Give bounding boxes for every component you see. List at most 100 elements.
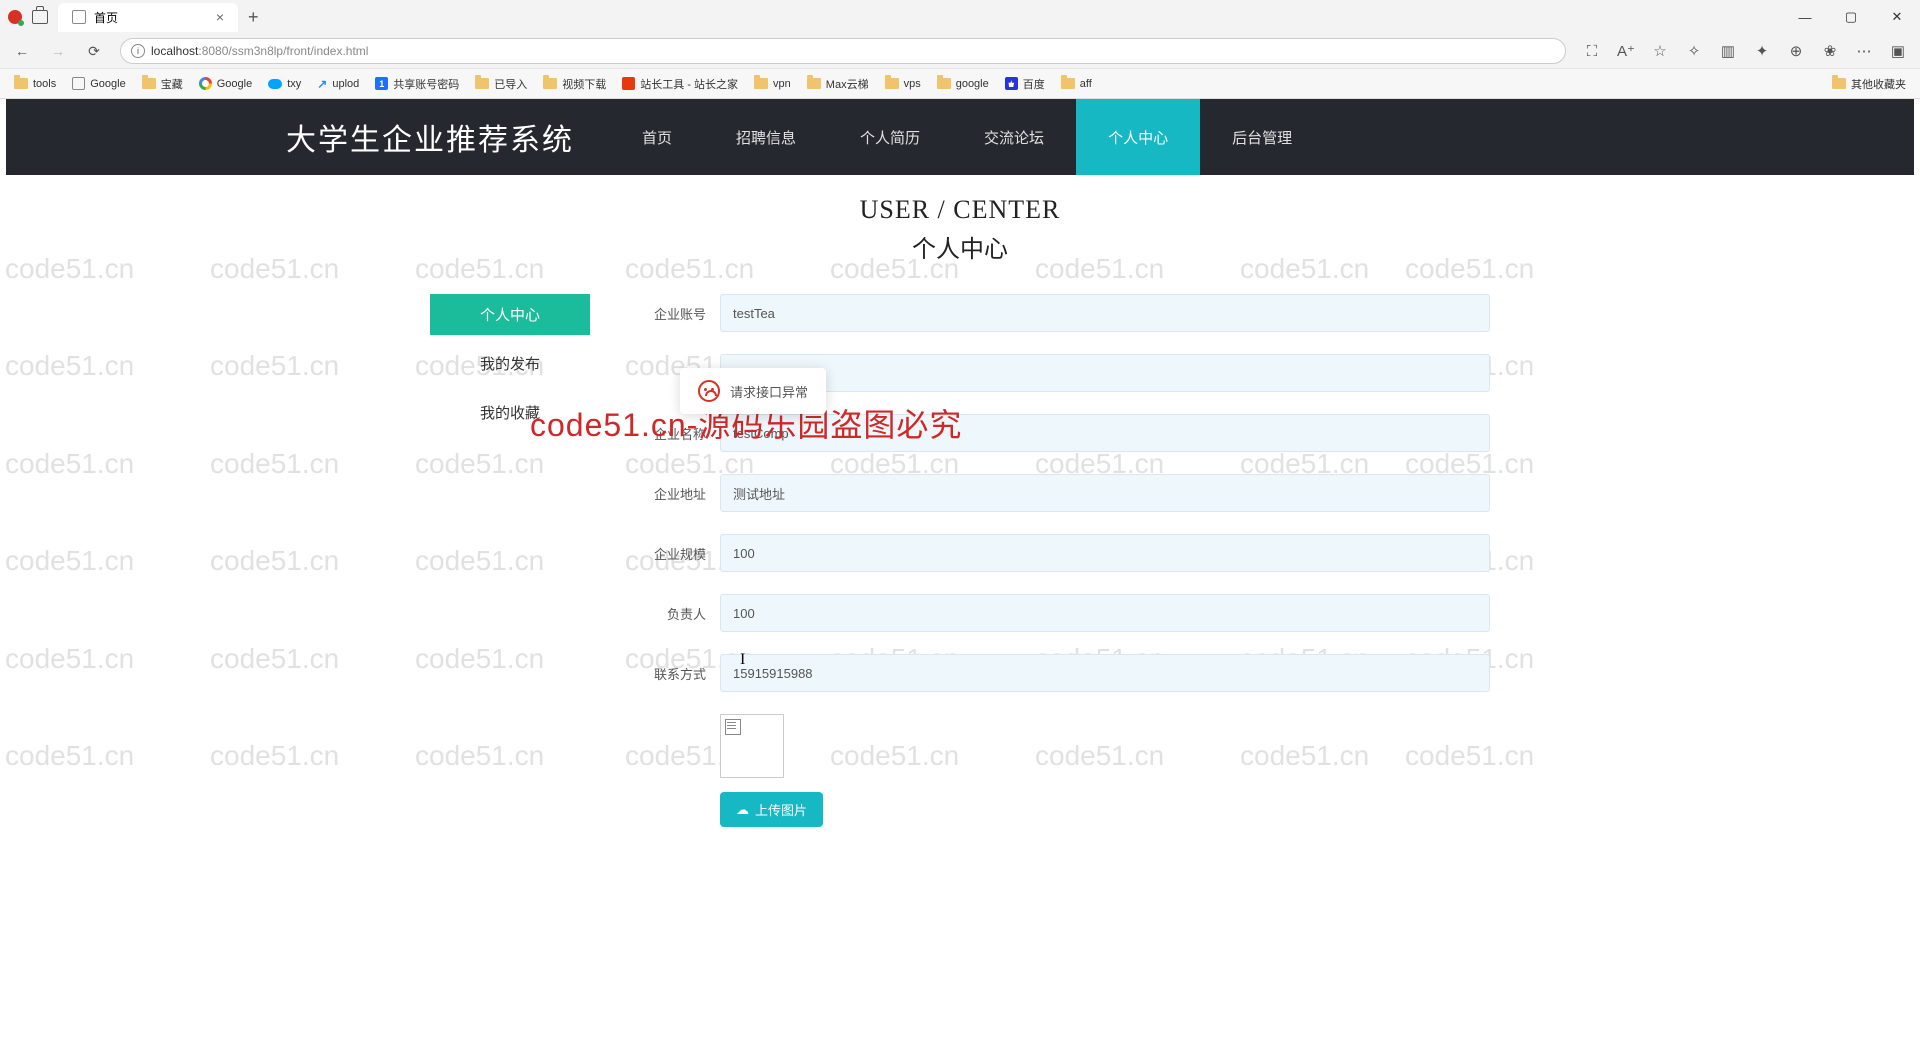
workspace-icon[interactable] <box>32 10 48 24</box>
field-input[interactable] <box>720 294 1490 332</box>
split-icon[interactable]: ▣ <box>1882 37 1914 65</box>
maximize-button[interactable]: ▢ <box>1828 0 1874 34</box>
form-row: 联系方式 <box>630 654 1490 692</box>
folder-icon <box>142 78 156 89</box>
form-row: 企业规模 <box>630 534 1490 572</box>
sidebar-icon[interactable]: ▥ <box>1712 37 1744 65</box>
bookmark-item[interactable]: tools <box>8 73 62 95</box>
form-row: 企业账号 <box>630 294 1490 332</box>
back-button[interactable]: ← <box>6 37 38 65</box>
more-icon[interactable]: ⋯ <box>1848 37 1880 65</box>
google-icon <box>199 77 212 90</box>
field-input[interactable] <box>720 654 1490 692</box>
shopping-icon[interactable]: ⛶ <box>1576 37 1608 65</box>
close-window-button[interactable]: ✕ <box>1874 0 1920 34</box>
sidebar-item[interactable]: 个人中心 <box>430 294 590 335</box>
other-bookmarks[interactable]: 其他收藏夹 <box>1826 73 1912 95</box>
bookmark-item[interactable]: 宝藏 <box>136 73 189 95</box>
toast-message: 请求接口异常 <box>730 382 808 401</box>
bookmark-item[interactable]: 已导入 <box>469 73 533 95</box>
field-label: 企业账号 <box>630 304 720 323</box>
form-row: 企业地址 <box>630 474 1490 512</box>
form-row: 负责人 <box>630 594 1490 632</box>
field-input[interactable] <box>720 594 1490 632</box>
bookmark-item[interactable]: Google <box>66 73 131 95</box>
favorites-icon[interactable]: ☆ <box>1644 37 1676 65</box>
field-input[interactable] <box>720 414 1490 452</box>
sidebar-item[interactable]: 我的发布 <box>430 343 590 384</box>
one-icon: 1 <box>375 77 388 90</box>
folder-icon <box>543 78 557 89</box>
bookmark-item[interactable]: txy <box>262 73 307 95</box>
browser-chrome: 首页 × + — ▢ ✕ ← → ⟳ i localhost:8080/ssm3… <box>0 0 1920 99</box>
bookmark-item[interactable]: 1共享账号密码 <box>369 73 465 95</box>
folder-icon <box>937 78 951 89</box>
downloads-icon[interactable]: ⊕ <box>1780 37 1812 65</box>
performance-icon[interactable]: ❀ <box>1814 37 1846 65</box>
bookmark-item[interactable]: 站长工具 - 站长之家 <box>616 73 744 95</box>
page-icon <box>72 77 85 90</box>
forward-button[interactable]: → <box>42 37 74 65</box>
field-label: 企业名称 <box>630 424 720 443</box>
baidu-icon <box>1005 77 1018 90</box>
address-row: ← → ⟳ i localhost:8080/ssm3n8lp/front/in… <box>0 34 1920 68</box>
folder-icon <box>475 78 489 89</box>
extensions-icon[interactable]: ✧ <box>1678 37 1710 65</box>
folder-icon <box>807 78 821 89</box>
nav-item[interactable]: 招聘信息 <box>704 99 828 175</box>
collections-icon[interactable]: ✦ <box>1746 37 1778 65</box>
nav-item[interactable]: 个人简历 <box>828 99 952 175</box>
field-input[interactable] <box>720 474 1490 512</box>
up-icon: ↗ <box>317 77 327 91</box>
bookmark-item[interactable]: Google <box>193 73 258 95</box>
profile-icon[interactable] <box>8 10 22 24</box>
folder-icon <box>1061 78 1075 89</box>
folder-icon <box>885 78 899 89</box>
section-title-en: USER / CENTER <box>0 195 1920 225</box>
folder-icon <box>1832 78 1846 89</box>
folder-icon <box>14 78 28 89</box>
refresh-button[interactable]: ⟳ <box>78 37 110 65</box>
field-label: 联系方式 <box>630 664 720 683</box>
field-label: 企业规模 <box>630 544 720 563</box>
cloud-upload-icon: ☁ <box>736 802 749 818</box>
bookmark-item[interactable]: google <box>931 73 995 95</box>
txy-icon <box>268 79 282 89</box>
read-aloud-icon[interactable]: A⁺ <box>1610 37 1642 65</box>
page-icon <box>72 10 86 24</box>
bookmark-item[interactable]: aff <box>1055 73 1098 95</box>
nav-item[interactable]: 个人中心 <box>1076 99 1200 175</box>
bookmark-item[interactable]: ↗uplod <box>311 73 365 95</box>
bookmark-item[interactable]: 百度 <box>999 73 1051 95</box>
bookmark-item[interactable]: vpn <box>748 73 797 95</box>
sidebar: 个人中心我的发布我的收藏 <box>430 294 590 827</box>
close-tab-icon[interactable]: × <box>216 9 224 25</box>
field-input[interactable] <box>720 534 1490 572</box>
new-tab-button[interactable]: + <box>238 3 269 32</box>
upload-image-button[interactable]: ☁ 上传图片 <box>720 792 823 827</box>
address-bar[interactable]: i localhost:8080/ssm3n8lp/front/index.ht… <box>120 38 1566 64</box>
field-label: 负责人 <box>630 604 720 623</box>
site-info-icon[interactable]: i <box>131 44 145 58</box>
image-preview[interactable] <box>720 714 784 778</box>
minimize-button[interactable]: — <box>1782 0 1828 34</box>
bookmark-item[interactable]: vps <box>879 73 927 95</box>
nav-item[interactable]: 首页 <box>610 99 704 175</box>
url-host: localhost <box>151 44 198 58</box>
bookmark-item[interactable]: Max云梯 <box>801 73 875 95</box>
nav-item[interactable]: 交流论坛 <box>952 99 1076 175</box>
sad-face-icon <box>698 380 720 402</box>
folder-icon <box>754 78 768 89</box>
bookmark-item[interactable]: 视频下载 <box>537 73 612 95</box>
field-input[interactable] <box>720 354 1490 392</box>
sidebar-item[interactable]: 我的收藏 <box>430 392 590 433</box>
error-toast: 请求接口异常 <box>680 368 826 414</box>
section-title: USER / CENTER 个人中心 <box>0 195 1920 264</box>
nav-item[interactable]: 后台管理 <box>1200 99 1324 175</box>
form-row: 企业名称 <box>630 414 1490 452</box>
section-title-cn: 个人中心 <box>0 229 1920 264</box>
browser-tab[interactable]: 首页 × <box>58 3 238 32</box>
top-nav: 大学生企业推荐系统 首页招聘信息个人简历交流论坛个人中心后台管理 <box>6 99 1914 175</box>
bookmarks-bar: toolsGoogle宝藏Googletxy↗uplod1共享账号密码已导入视频… <box>0 68 1920 98</box>
url-path: :8080/ssm3n8lp/front/index.html <box>198 44 368 58</box>
